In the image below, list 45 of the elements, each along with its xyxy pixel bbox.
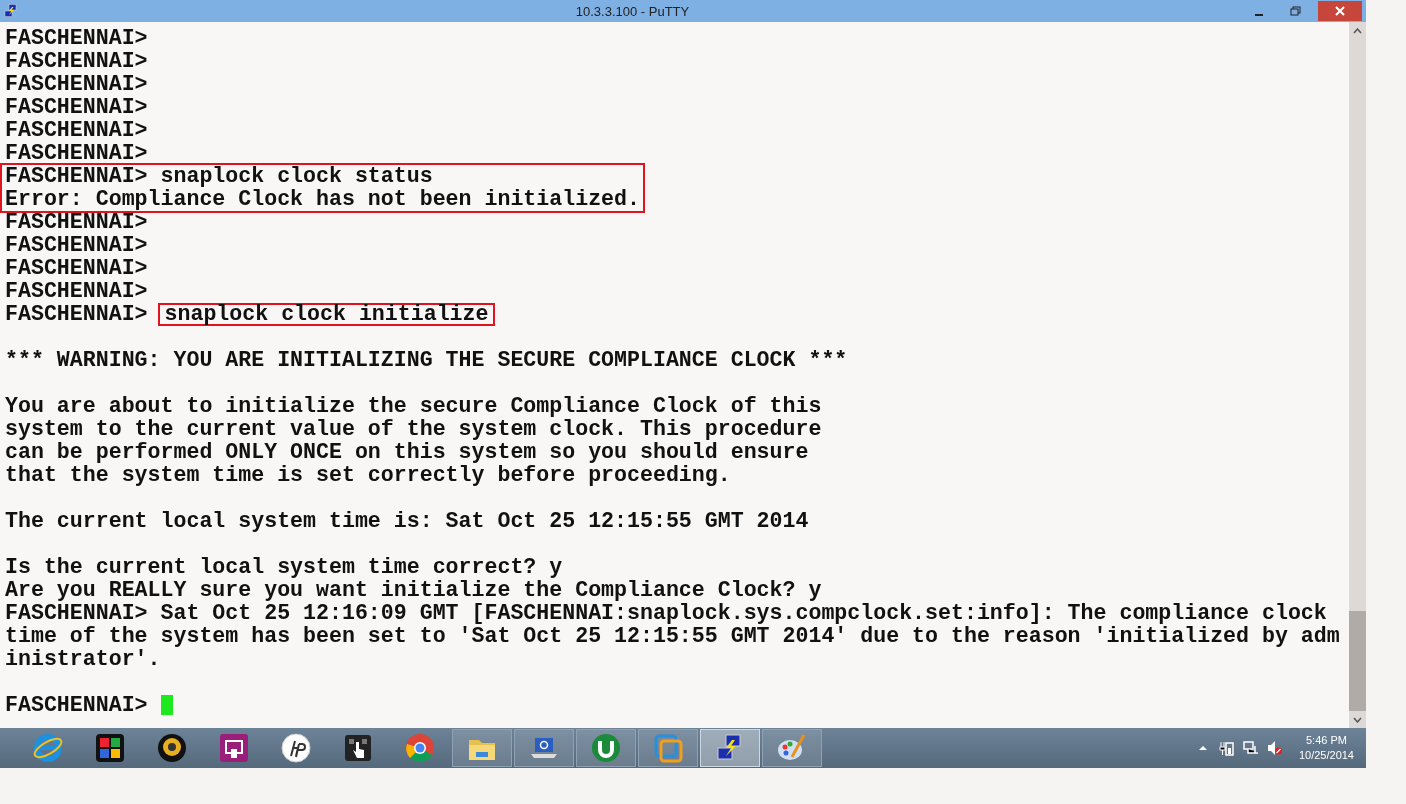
terminal-line: FASCHENNAI>: [5, 50, 149, 73]
terminal-line: FASCHENNAI>: [5, 142, 149, 165]
terminal-line: FASCHENNAI>: [5, 119, 149, 142]
terminal-line: system to the current value of the system clock. This procedure: [5, 418, 823, 441]
terminal-line: FASCHENNAI>: [5, 211, 149, 234]
terminal-line: FASCHENNAI>: [5, 234, 149, 257]
battery-icon[interactable]: [1218, 740, 1235, 756]
terminal-prompt: FASCHENNAI>: [5, 693, 148, 717]
close-button[interactable]: [1318, 1, 1362, 21]
terminal-line: FASCHENNAI>: [5, 96, 149, 119]
terminal-line: FASCHENNAI>: [5, 280, 149, 303]
scrollbar[interactable]: [1349, 22, 1366, 728]
terminal-line: FASCHENNAI>: [5, 73, 149, 96]
terminal-line: *** WARNING: YOU ARE INITIALIZING THE SECURE COMPLIANCE CLOCK ***: [5, 349, 849, 372]
close-icon: [1335, 6, 1345, 16]
terminal-line: FASCHENNAI>: [5, 27, 149, 50]
terminal-line: FASCHENNAI> snaplock clock status: [5, 165, 434, 188]
terminal-line: FASCHENNAI>: [5, 257, 149, 280]
terminal-line: The current local system time is: Sat Oct 25 12:15:55 GMT 2014: [5, 510, 810, 533]
text-cursor: [160, 695, 173, 715]
terminal-line: Are you REALLY sure you want initialize the Compliance Clock? y: [5, 579, 823, 602]
scroll-up-icon[interactable]: [1353, 27, 1362, 34]
minimize-icon: [1255, 14, 1263, 16]
scroll-thumb[interactable]: [1349, 611, 1366, 711]
terminal-prompt: FASCHENNAI>: [5, 302, 148, 326]
highlighted-command: snaplock clock initialize: [157, 303, 496, 326]
terminal-line: time of the system has been set to 'Sat Oct 25 12:15:55 GMT 2014' due to the reason 'initialized by adm: [5, 625, 1341, 648]
scroll-down-icon[interactable]: [1353, 716, 1362, 723]
restore-icon: [1289, 6, 1301, 16]
clock-time[interactable]: 5:46 PM: [1306, 733, 1347, 748]
terminal-line: Is the current local system time correct? y: [5, 556, 564, 579]
chrome-icon: [404, 732, 436, 764]
terminal-line: that the system time is set correctly before proceeding.: [5, 464, 732, 487]
terminal-line: FASCHENNAI> Sat Oct 25 12:16:09 GMT [FASCHENNAI:snaplock.sys.compclock.set:info]: The compliance clock: [5, 602, 1328, 625]
puzzle-icon: [94, 732, 126, 764]
window-title: 10.3.3.100 - PuTTY: [574, 3, 691, 19]
network-icon[interactable]: [1242, 740, 1259, 756]
app-icon[interactable]: [3, 3, 19, 19]
terminal-line: Error: Compliance Clock has not been initialized.: [5, 188, 640, 211]
speaker-muted-icon[interactable]: [1266, 740, 1283, 756]
terminal-line: can be performed ONLY ONCE on this system so you should ensure: [5, 441, 810, 464]
terminal-line: You are about to initialize the secure Compliance Clock of this: [5, 395, 823, 418]
taskbar-app-button[interactable]: [700, 729, 760, 767]
clock-date[interactable]: 10/25/2014: [1298, 748, 1354, 763]
terminal-line: inistrator'.: [5, 648, 162, 671]
